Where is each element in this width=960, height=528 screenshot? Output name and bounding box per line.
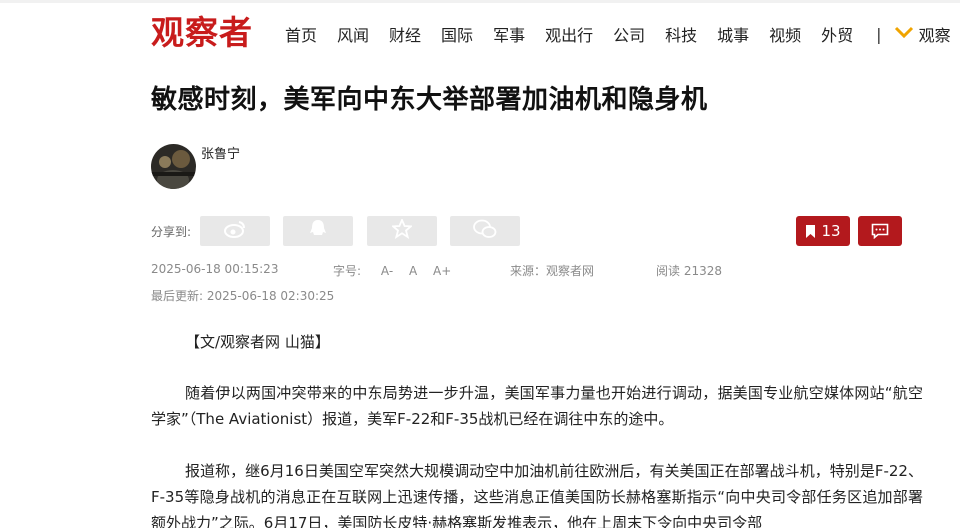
comment-button[interactable] [858,216,902,246]
weibo-icon [224,220,246,242]
nav-item-home[interactable]: 首页 [285,22,317,46]
bookmark-icon [805,224,816,239]
article-paragraph: 随着伊以两国冲突带来的中东局势进一步升温，美国军事力量也开始进行调动，据美国专业… [151,384,923,428]
nav-item-fengwen[interactable]: 风闻 [337,22,369,46]
top-border [0,0,960,3]
nav-item-finance[interactable]: 财经 [389,22,421,46]
bookmark-count: 13 [821,222,841,240]
author-name[interactable]: 张鲁宁 [201,143,240,162]
nav-more-menu[interactable]: 观察 [894,22,951,46]
font-size-controls: 字号: A- A A+ [333,262,463,279]
font-size-decrease[interactable]: A- [381,264,393,278]
wechat-icon [473,219,497,243]
comment-icon [871,223,889,239]
font-size-increase[interactable]: A+ [433,264,451,278]
font-size-label: 字号: [333,264,362,278]
qzone-icon [390,217,414,243]
article-paragraph: 【文/观察者网 山猫】 [185,333,330,351]
nav-item-military[interactable]: 军事 [493,22,525,46]
main-nav: 首页 风闻 财经 国际 军事 观出行 公司 科技 城事 视频 外贸 | 观察 [285,22,951,46]
article-source: 来源：观察者网 [510,264,595,278]
qq-icon [309,219,327,243]
article-title: 敏感时刻，美军向中东大举部署加油机和隐身机 [151,85,708,115]
nav-item-city[interactable]: 城事 [717,22,749,46]
nav-item-company[interactable]: 公司 [613,22,645,46]
nav-item-international[interactable]: 国际 [441,22,473,46]
article-paragraph: 报道称，继6月16日美国空军突然大规模调动空中加油机前往欧洲后，有关美国正在部署… [151,462,923,528]
share-wechat-button[interactable] [450,216,520,246]
nav-item-trade[interactable]: 外贸 [821,22,853,46]
chevron-down-icon [894,26,914,42]
nav-more-label: 观察 [918,26,951,45]
nav-item-video[interactable]: 视频 [769,22,801,46]
nav-item-travel[interactable]: 观出行 [545,22,593,46]
share-label: 分享到: [151,225,192,239]
font-size-normal[interactable]: A [409,264,417,278]
author-avatar[interactable] [151,144,196,189]
read-count: 阅读 21328 [656,264,722,278]
share-qq-button[interactable] [283,216,353,246]
last-updated: 最后更新: 2025-06-18 02:30:25 [151,289,335,303]
bookmark-button[interactable]: 13 [796,216,850,246]
publish-time: 2025-06-18 00:15:23 [151,262,279,276]
share-weibo-button[interactable] [200,216,270,246]
share-qzone-button[interactable] [367,216,437,246]
site-logo[interactable]: 观察者 [151,12,253,54]
nav-separator: | [876,24,882,44]
nav-item-tech[interactable]: 科技 [665,22,697,46]
